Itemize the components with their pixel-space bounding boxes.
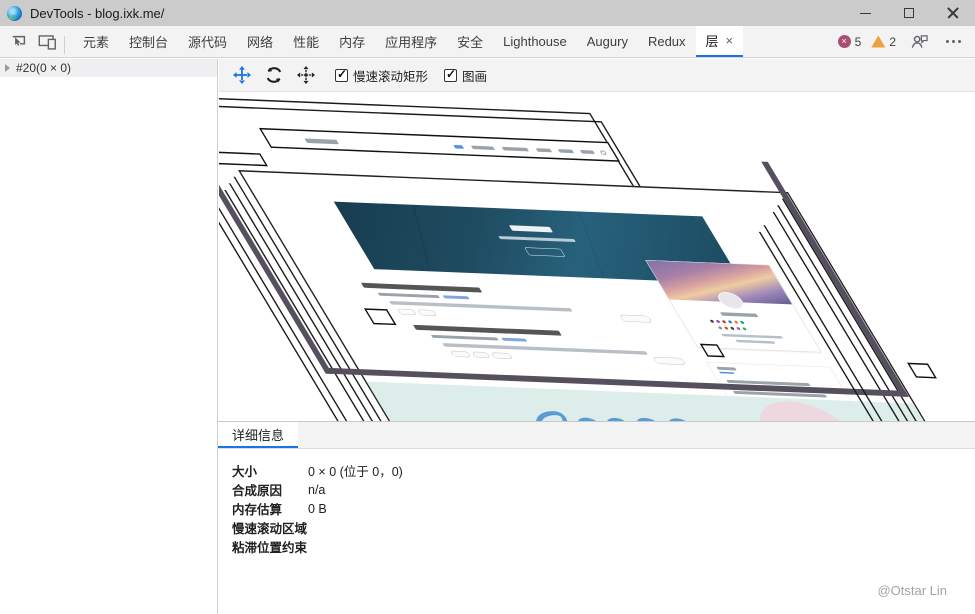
toolbar-separator (64, 36, 65, 54)
tab-augury[interactable]: Augury (577, 26, 638, 57)
layers-toolbar: 慢速滚动矩形 图画 (219, 59, 975, 92)
layer-list-item[interactable]: #20(0 × 0) (0, 59, 217, 77)
tab-performance[interactable]: 性能 (283, 26, 329, 57)
tab-application[interactable]: 应用程序 (375, 26, 447, 57)
tab-security[interactable]: 安全 (447, 26, 493, 57)
layer-list-item-label: #20(0 × 0) (16, 61, 71, 75)
nav-item-placeholder (536, 148, 552, 152)
maximize-button[interactable] (887, 0, 931, 26)
details-panel: 详细信息 大小 0 × 0 (位于 0，0) 合成原因 n/a 内存估算 0 B… (218, 421, 975, 614)
site-logo-placeholder (304, 138, 339, 144)
window-title: DevTools - blog.ixk.me/ (30, 6, 164, 21)
layers-3d-view[interactable] (219, 92, 975, 421)
maximize-icon (904, 8, 914, 18)
nav-search-placeholder (599, 150, 607, 155)
nav-item-placeholder (558, 149, 574, 153)
inspect-element-button[interactable] (6, 29, 32, 55)
detail-row-compositing-reason: 合成原因 n/a (232, 480, 975, 499)
tab-elements[interactable]: 元素 (73, 26, 119, 57)
paints-checkbox[interactable]: 图画 (444, 66, 487, 85)
small-layer[interactable] (907, 363, 937, 379)
close-icon (947, 7, 959, 19)
error-icon: × (838, 35, 851, 48)
close-button[interactable] (931, 0, 975, 26)
slow-scroll-rects-label: 慢速滚动矩形 (353, 66, 428, 85)
pan-icon (233, 66, 251, 84)
tab-layers-label: 层 (706, 31, 719, 50)
watermark: @Otstar Lin (877, 583, 947, 598)
inspect-icon (10, 33, 28, 51)
detail-row-slow-scroll-region: 慢速滚动区域 (232, 518, 975, 537)
nav-item-placeholder (453, 145, 464, 149)
warning-count: 2 (889, 35, 896, 49)
minimize-button[interactable] (843, 0, 887, 26)
reset-transform-icon (297, 66, 315, 84)
nav-item-placeholder (502, 147, 529, 152)
window-titlebar: DevTools - blog.ixk.me/ (0, 0, 975, 26)
detail-row-size: 大小 0 × 0 (位于 0，0) (232, 461, 975, 480)
devtools-tabbar: 元素 控制台 源代码 网络 性能 内存 应用程序 安全 Lighthouse A… (0, 26, 975, 58)
tab-details[interactable]: 详细信息 (218, 422, 298, 448)
minimize-icon (860, 13, 871, 14)
details-tab-label: 详细信息 (232, 425, 284, 444)
tab-sources[interactable]: 源代码 (178, 26, 237, 57)
nav-item-placeholder (471, 146, 495, 150)
rotate-icon (265, 66, 283, 84)
detail-row-memory-estimate: 内存估算 0 B (232, 499, 975, 518)
checkbox-checked-icon (444, 69, 457, 82)
more-options-button[interactable] (942, 40, 965, 43)
checkbox-checked-icon (335, 69, 348, 82)
error-count: 5 (855, 35, 862, 49)
edge-logo-icon (7, 6, 22, 21)
detail-row-sticky-constraint: 粘滞位置约束 (232, 537, 975, 556)
device-toolbar-button[interactable] (34, 29, 60, 55)
paints-label: 图画 (462, 66, 487, 85)
pan-mode-button[interactable] (229, 62, 255, 88)
nav-item-placeholder (580, 150, 595, 154)
warning-badge[interactable]: 2 (871, 35, 896, 49)
feedback-button[interactable] (906, 29, 932, 55)
feedback-person-icon (910, 33, 929, 50)
tab-memory[interactable]: 内存 (329, 26, 375, 57)
reset-view-button[interactable] (293, 62, 319, 88)
rotate-mode-button[interactable] (261, 62, 287, 88)
devtools-window: DevTools - blog.ixk.me/ 元素 (0, 0, 975, 614)
device-toolbar-icon (38, 34, 57, 50)
tab-redux[interactable]: Redux (638, 26, 696, 57)
tab-network[interactable]: 网络 (237, 26, 283, 57)
tab-lighthouse[interactable]: Lighthouse (493, 26, 577, 57)
tab-layers[interactable]: 层 × (696, 26, 744, 57)
error-badge[interactable]: × 5 (838, 35, 862, 49)
tab-console[interactable]: 控制台 (119, 26, 178, 57)
warning-icon (871, 36, 885, 48)
tab-close-icon[interactable]: × (719, 33, 740, 48)
details-tab-strip: 详细信息 (218, 422, 975, 449)
disclosure-triangle-icon[interactable] (5, 64, 10, 72)
layers-list-sidebar: #20(0 × 0) (0, 59, 218, 614)
slow-scroll-rects-checkbox[interactable]: 慢速滚动矩形 (335, 66, 428, 85)
